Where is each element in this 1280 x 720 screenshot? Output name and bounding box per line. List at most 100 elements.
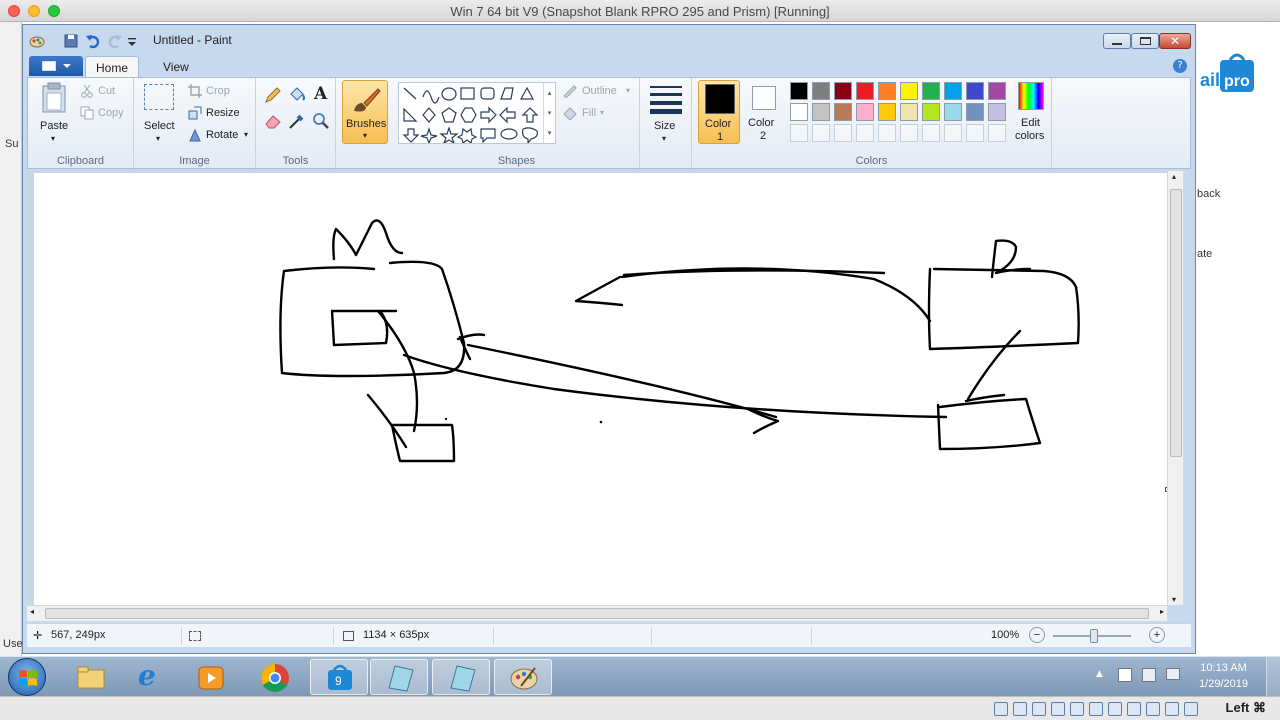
- shapes-gallery[interactable]: ▴ ▾ ▾: [398, 82, 556, 144]
- help-icon[interactable]: ?: [1173, 59, 1187, 73]
- taskbar-mailpro[interactable]: 9: [310, 659, 368, 695]
- rotate-button[interactable]: Rotate: [206, 129, 238, 141]
- host-device-icon[interactable]: [994, 702, 1008, 716]
- scroll-down-icon[interactable]: ▾: [1172, 595, 1176, 604]
- pencil-icon[interactable]: [264, 86, 282, 104]
- paste-icon[interactable]: [40, 82, 68, 114]
- close-button[interactable]: ✕: [1159, 33, 1191, 49]
- file-menu-button[interactable]: [29, 56, 83, 76]
- brushes-button[interactable]: Brushes ▾: [342, 80, 388, 144]
- color1-button[interactable]: Color 1: [698, 80, 740, 144]
- quick-access-dropdown-icon[interactable]: [127, 33, 137, 49]
- maximize-button[interactable]: [1131, 33, 1159, 49]
- shapes-gallery-scrollbar[interactable]: ▴ ▾ ▾: [543, 83, 555, 143]
- show-desktop-button[interactable]: [1266, 657, 1280, 697]
- magnifier-icon[interactable]: [312, 112, 330, 130]
- host-device-icon[interactable]: [1070, 702, 1084, 716]
- redo-icon[interactable]: [107, 33, 123, 49]
- palette-swatch[interactable]: [856, 82, 874, 100]
- start-button[interactable]: [8, 658, 46, 696]
- show-hidden-icons-button[interactable]: ▲: [1096, 669, 1103, 679]
- scroll-up-icon[interactable]: ▴: [1172, 172, 1176, 181]
- palette-swatch[interactable]: [966, 103, 984, 121]
- horizontal-scroll-thumb[interactable]: [45, 608, 1149, 619]
- palette-swatch[interactable]: [878, 103, 896, 121]
- custom-color-slot[interactable]: [900, 124, 918, 142]
- resize-button[interactable]: Resize: [206, 107, 240, 119]
- vertical-scrollbar[interactable]: ▴ ▾: [1167, 171, 1183, 605]
- scroll-right-icon[interactable]: ▸: [1160, 607, 1164, 616]
- taskbar-app-1[interactable]: [370, 659, 428, 695]
- taskbar-media-player[interactable]: [182, 659, 240, 695]
- paste-dropdown-icon[interactable]: ▾: [51, 134, 55, 143]
- palette-swatch[interactable]: [988, 103, 1006, 121]
- host-device-icon[interactable]: [1051, 702, 1065, 716]
- tray-monitor-icon[interactable]: [1166, 668, 1180, 680]
- color2-button[interactable]: Color 2: [742, 80, 784, 144]
- tab-home[interactable]: Home: [85, 56, 140, 78]
- scroll-left-icon[interactable]: ◂: [30, 607, 34, 616]
- taskbar-chrome[interactable]: [246, 659, 304, 695]
- text-icon[interactable]: A: [314, 84, 327, 104]
- host-device-icon[interactable]: [1013, 702, 1027, 716]
- taskbar-paint[interactable]: [494, 659, 552, 695]
- host-device-icon[interactable]: [1089, 702, 1103, 716]
- host-device-icon[interactable]: [1184, 702, 1198, 716]
- vertical-scroll-thumb[interactable]: [1170, 189, 1182, 457]
- taskbar-app-2[interactable]: [432, 659, 490, 695]
- tab-view[interactable]: View: [153, 56, 199, 78]
- palette-swatch[interactable]: [922, 82, 940, 100]
- palette-swatch[interactable]: [812, 103, 830, 121]
- rotate-dropdown-icon[interactable]: ▾: [244, 130, 248, 139]
- cut-button[interactable]: Cut: [98, 85, 115, 97]
- outline-button[interactable]: Outline: [582, 85, 617, 97]
- paint-app-icon[interactable]: [29, 33, 45, 49]
- custom-color-slot[interactable]: [878, 124, 896, 142]
- fill-button[interactable]: Fill: [582, 107, 596, 119]
- save-icon[interactable]: [63, 33, 79, 49]
- crop-button[interactable]: Crop: [206, 85, 230, 97]
- palette-swatch[interactable]: [944, 82, 962, 100]
- zoom-in-button[interactable]: +: [1149, 627, 1165, 643]
- palette-swatch[interactable]: [790, 103, 808, 121]
- size-dropdown-icon[interactable]: ▾: [662, 134, 666, 143]
- custom-color-slot[interactable]: [966, 124, 984, 142]
- horizontal-scrollbar[interactable]: ◂ ▸: [27, 605, 1167, 621]
- palette-swatch[interactable]: [900, 82, 918, 100]
- palette-swatch[interactable]: [834, 82, 852, 100]
- size-icon[interactable]: [650, 84, 682, 114]
- palette-swatch[interactable]: [988, 82, 1006, 100]
- taskbar-explorer[interactable]: [62, 659, 120, 695]
- palette-swatch[interactable]: [944, 103, 962, 121]
- host-device-icon[interactable]: [1146, 702, 1160, 716]
- palette-swatch[interactable]: [922, 103, 940, 121]
- host-device-icon[interactable]: [1127, 702, 1141, 716]
- taskbar-internet-explorer[interactable]: e: [124, 659, 182, 695]
- palette-swatch[interactable]: [900, 103, 918, 121]
- palette-swatch[interactable]: [856, 103, 874, 121]
- undo-icon[interactable]: [85, 33, 101, 49]
- palette-swatch[interactable]: [812, 82, 830, 100]
- eraser-icon[interactable]: [264, 112, 282, 130]
- color-picker-icon[interactable]: [288, 112, 306, 130]
- outline-dropdown-icon[interactable]: ▾: [626, 86, 630, 95]
- copy-button[interactable]: Copy: [98, 107, 124, 119]
- custom-color-slot[interactable]: [856, 124, 874, 142]
- palette-swatch[interactable]: [790, 82, 808, 100]
- fill-dropdown-icon[interactable]: ▾: [600, 108, 604, 117]
- host-device-icon[interactable]: [1165, 702, 1179, 716]
- custom-color-slot[interactable]: [922, 124, 940, 142]
- tray-network-icon[interactable]: [1142, 668, 1156, 682]
- host-device-icon[interactable]: [1032, 702, 1046, 716]
- select-dropdown-icon[interactable]: ▾: [156, 134, 160, 143]
- palette-swatch[interactable]: [966, 82, 984, 100]
- custom-color-slot[interactable]: [988, 124, 1006, 142]
- palette-swatch[interactable]: [834, 103, 852, 121]
- palette-swatch[interactable]: [878, 82, 896, 100]
- custom-color-slot[interactable]: [944, 124, 962, 142]
- custom-color-slot[interactable]: [812, 124, 830, 142]
- edit-colors-button[interactable]: Edit colors: [1012, 80, 1052, 144]
- paste-button[interactable]: Paste: [40, 120, 68, 132]
- select-icon[interactable]: [144, 84, 174, 110]
- tray-flag-icon[interactable]: [1118, 668, 1132, 682]
